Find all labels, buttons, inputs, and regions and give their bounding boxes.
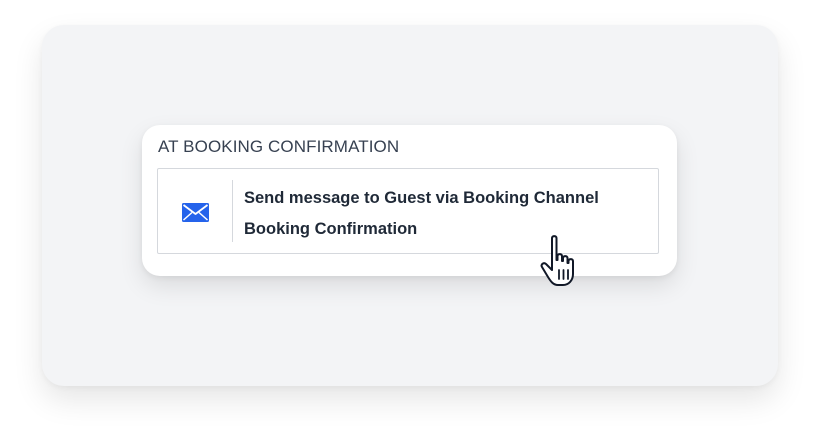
action-icon-cell [158,169,232,253]
action-title: Send message to Guest via Booking Channe… [244,189,599,207]
envelope-icon [182,203,209,222]
row-divider [232,180,233,242]
pointer-hand-icon [540,235,574,286]
automation-card: AT BOOKING CONFIRMATION Send message to … [142,125,677,276]
canvas: AT BOOKING CONFIRMATION Send message to … [0,0,820,446]
section-title: AT BOOKING CONFIRMATION [158,137,400,156]
